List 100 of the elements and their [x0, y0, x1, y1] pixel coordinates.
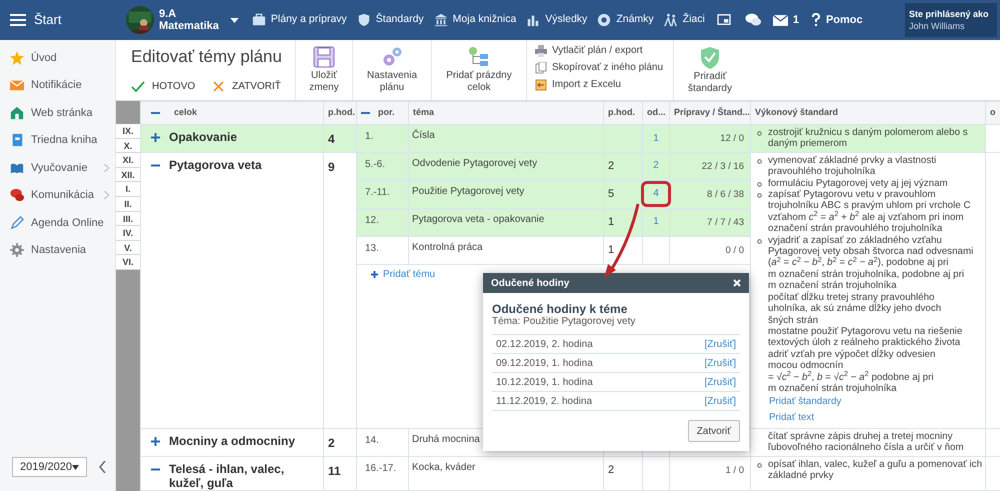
lesson-date: 10.12.2019, 1. hodina — [496, 376, 593, 390]
cancel-link[interactable]: [Zrušiť] — [704, 374, 736, 390]
mail-icon — [772, 14, 788, 26]
toolbar-button[interactable]: Uložiť zmeny — [296, 40, 353, 100]
unit-name[interactable]: Pytagorova veta — [169, 158, 262, 172]
standard-text: šných strán — [768, 314, 818, 326]
plus-icon — [371, 270, 378, 278]
done-button[interactable]: HOTOVO — [131, 78, 196, 94]
close-button[interactable]: ZATVORIŤ — [213, 78, 281, 94]
preparation-count: 0 / 0 — [726, 244, 744, 256]
toolbar-button[interactable]: Pridať prázdny celok — [432, 40, 527, 100]
printer-icon — [535, 44, 547, 56]
standard-text: adriť vzťah pre výpočet dĺžky odvesien — [768, 348, 936, 360]
toolbar-button[interactable]: Nastavenia plánu — [353, 40, 432, 100]
sidebar-item[interactable]: Web stránka — [0, 99, 115, 126]
topic-name[interactable]: Kontrolná práca — [412, 242, 483, 253]
gears-icon — [381, 46, 403, 68]
nav-link[interactable]: Štandardy — [352, 12, 429, 28]
chat-icon — [744, 13, 762, 27]
mail-button[interactable]: 1 — [768, 12, 803, 28]
year-select[interactable]: 2019/2020 — [12, 457, 87, 477]
preparation-count: 22 / 3 / 16 — [702, 160, 744, 172]
add-link[interactable]: Pridať štandardy — [769, 396, 842, 408]
nav-link[interactable]: Výsledky — [521, 12, 592, 28]
caret-icon — [72, 464, 79, 470]
preparation-count: 1 / 0 — [726, 464, 744, 476]
bar-chart-icon — [526, 13, 540, 27]
add-link[interactable]: Pridať text — [769, 412, 814, 424]
user-name: John Williams — [909, 20, 966, 32]
preparation-count: 8 / 6 / 38 — [707, 188, 744, 200]
topic-name[interactable]: Kocka, kváder — [412, 462, 476, 473]
sidebar-item[interactable]: Notifikácie — [0, 72, 115, 99]
close-dialog-button[interactable]: Zatvoriť — [688, 420, 740, 442]
sidebar-item[interactable]: Vyučovanie — [0, 154, 115, 182]
cast-icon — [716, 14, 731, 26]
check-icon — [131, 80, 145, 92]
nav-link[interactable]: Moja knižnica — [428, 12, 522, 28]
standard-text: vyjadriť a zapísať zo základného vzťahu Pytagorovej vety obsah štvorca nad odvesnami (a$^{2}$ = c$^{2}$ − b$^{2}$, b$^{2}$ = c$^{2}$ − a$^{2}$), podobne aj pri — [768, 234, 974, 269]
star-icon — [10, 50, 24, 65]
sidebar-item[interactable]: Triedna kniha — [0, 126, 115, 154]
toolbar-link[interactable]: Import z Excelu — [535, 77, 664, 92]
toolbar-link[interactable]: Vytlačiť plán / export — [535, 43, 664, 58]
month-label: I. — [116, 182, 140, 197]
sidebar-item[interactable]: Agenda Online — [0, 209, 115, 236]
month-label: II. — [116, 196, 140, 212]
column-header[interactable]: téma — [413, 106, 434, 120]
nav-link[interactable]: Známky — [592, 12, 659, 28]
topic-order: 13. — [365, 242, 379, 254]
bullet-icon — [757, 158, 762, 164]
unit-name[interactable]: Opakovanie — [169, 130, 238, 144]
class-selector[interactable]: 9.A Matematika — [126, 6, 239, 34]
lesson-date: 09.12.2019, 1. hodina — [496, 356, 593, 370]
walking-people-icon — [664, 13, 678, 27]
collapse-all-icon — [151, 112, 160, 114]
collapse-icon — [99, 461, 106, 473]
class-label: 9.A — [159, 8, 178, 20]
standard-text: zostrojiť kružnicu s daným polomerom alebo s daným priemerom — [768, 127, 969, 150]
topic-name[interactable]: Čísla — [412, 130, 435, 141]
dialog-title: Odučené hodiny — [491, 276, 570, 290]
floppy-icon — [313, 46, 335, 68]
month-label: X. — [116, 138, 140, 154]
nav-link[interactable]: Žiaci — [658, 12, 710, 28]
tree-structure-icon — [468, 46, 490, 68]
grade-badge-icon — [597, 13, 612, 27]
assign-standards-button[interactable]: Priradiť štandardy — [674, 40, 746, 100]
cancel-link[interactable]: [Zrušiť] — [704, 394, 736, 408]
topic-hours: 2 — [608, 464, 614, 476]
standard-text: uholníka, ak sú známe dĺžky jeho dvoch — [768, 303, 942, 314]
column-header[interactable]: por. — [378, 106, 395, 120]
add-topic-link[interactable]: Pridať tému — [371, 266, 436, 282]
month-label: XI. — [116, 153, 140, 168]
sidebar-item[interactable]: Úvod — [0, 44, 115, 72]
cancel-link[interactable]: [Zrušiť] — [704, 356, 736, 370]
standard-text: m označení strán trojuholníka — [768, 280, 897, 292]
cancel-link[interactable]: [Zrušiť] — [704, 336, 736, 352]
toolbar-link[interactable]: Skopírovať z iného plánu — [535, 60, 664, 75]
expand-icon — [151, 436, 160, 446]
mail-count: 1 — [792, 12, 799, 28]
chevron-right-icon — [104, 164, 109, 172]
bullet-icon — [757, 462, 762, 468]
unit-hours: 11 — [328, 464, 341, 478]
briefcase-icon — [252, 13, 266, 27]
collapse-all-icon — [361, 112, 370, 114]
nav-link[interactable]: Plány a prípravy — [246, 12, 352, 28]
question-icon — [810, 13, 821, 27]
sidebar-item[interactable]: Nastavenia — [0, 236, 115, 264]
help-link[interactable]: Pomoc — [802, 12, 871, 28]
start-menu[interactable]: Štart — [0, 0, 118, 40]
sidebar-item[interactable]: Komunikácia — [0, 182, 115, 209]
standard-text: počítať dĺžku tretej strany pravouhlého — [768, 292, 935, 303]
standard-text: opísať ihlan, valec, kužeľ a guľu a pomenovať ich základné prvky — [768, 458, 983, 482]
column-header[interactable]: celok — [174, 106, 198, 120]
topic-order: 5.-6. — [365, 158, 386, 170]
topic-order: 16.-17. — [365, 462, 396, 474]
standard-text: textových úloh z reálneho praktického života — [768, 337, 960, 348]
preparation-count: 12 / 0 — [720, 133, 744, 144]
month-label: XII. — [116, 168, 140, 182]
standard-text: m označení strán trojuholníka — [768, 382, 897, 394]
topic-name[interactable]: Druhá mocnina — [412, 434, 480, 445]
topic-hours: 2 — [608, 160, 614, 172]
